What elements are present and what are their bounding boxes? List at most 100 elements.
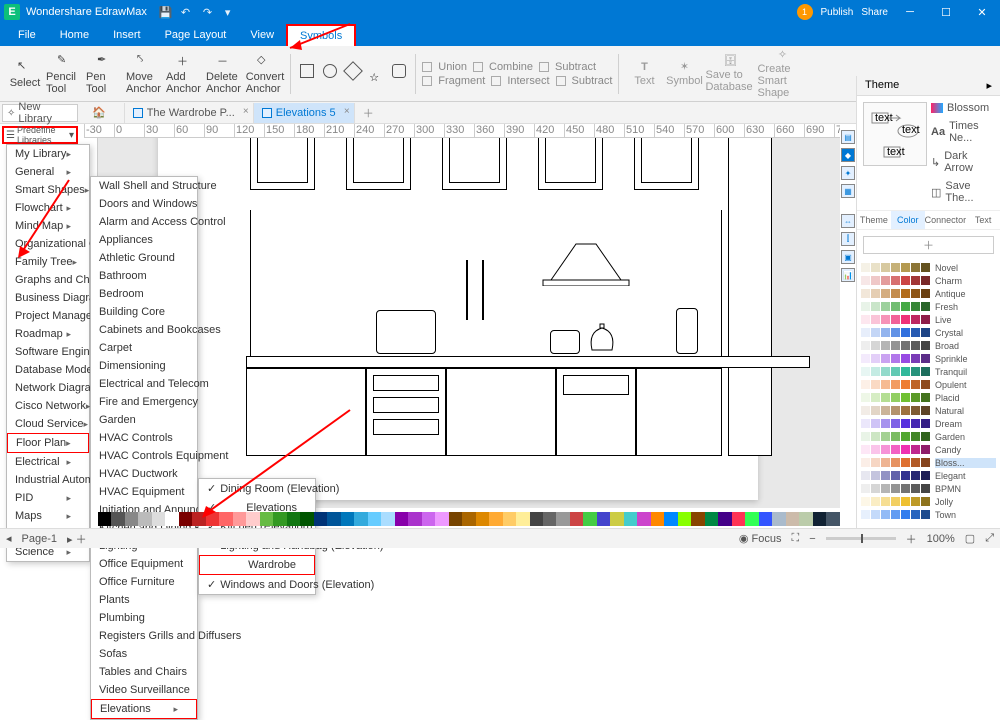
color-swatch[interactable] [583,512,596,526]
color-swatch[interactable] [314,512,327,526]
lib-general[interactable]: General▸ [7,163,89,181]
theme-row[interactable]: Sprinkle [861,353,996,364]
undo-icon[interactable]: ↶ [181,6,193,18]
preset-save-the[interactable]: ◫Save The... [931,180,994,204]
color-swatch[interactable] [408,512,421,526]
lib-family-tree[interactable]: Family Tree▸ [7,253,89,271]
sub-office-equipment[interactable]: Office Equipment [91,555,197,573]
close-button[interactable]: ✕ [968,6,996,19]
close-icon[interactable]: × [344,106,350,117]
color-swatch[interactable] [476,512,489,526]
tool-delete-anchor[interactable]: －Delete Anchor [206,51,244,97]
sub-office-furniture[interactable]: Office Furniture [91,573,197,591]
sub-bathroom[interactable]: Bathroom [91,267,197,285]
shape-circle[interactable] [323,64,337,78]
smart-shape[interactable]: ✧Create Smart Shape [757,51,807,97]
tool-add-anchor[interactable]: ＋Add Anchor [166,51,204,97]
color-swatch[interactable] [624,512,637,526]
save-db[interactable]: 🗄Save to Database [705,51,755,97]
theme-tab-text[interactable]: Text [966,211,1000,229]
elev-windows-and-doors-elevation-[interactable]: Windows and Doors (Elevation) [199,575,315,594]
tool-pencil[interactable]: ✎Pencil Tool [46,51,84,97]
sub-sofas[interactable]: Sofas [91,645,197,663]
menu-file[interactable]: File [6,24,48,46]
add-theme-button[interactable]: ＋ [863,236,994,254]
color-swatch[interactable] [772,512,785,526]
theme-row[interactable]: Candy [861,444,996,455]
theme-row[interactable]: Crystal [861,327,996,338]
preset-blossom[interactable]: Blossom [931,102,994,114]
lib-industrial-automation[interactable]: Industrial Automation▸ [7,471,89,489]
new-tab-button[interactable]: ＋ [355,105,382,121]
theme-icon[interactable]: ◆ [841,148,855,162]
sub-video-surveillance[interactable]: Video Surveillance [91,681,197,699]
color-swatch[interactable] [759,512,772,526]
color-swatch[interactable] [368,512,381,526]
lib-maps[interactable]: Maps▸ [7,507,89,525]
menu-insert[interactable]: Insert [101,24,153,46]
theme-tab-connector[interactable]: Connector [925,211,967,229]
theme-row[interactable]: Dream [861,418,996,429]
sub-building-core[interactable]: Building Core [91,303,197,321]
color-swatch[interactable] [570,512,583,526]
tool-move-anchor[interactable]: ⤣Move Anchor [126,51,164,97]
theme-row[interactable]: Novel [861,262,996,273]
theme-row[interactable]: Live [861,314,996,325]
distribute-icon[interactable]: ⫿ [841,232,855,246]
color-swatch[interactable] [98,512,111,526]
lib-mind-map[interactable]: Mind Map▸ [7,217,89,235]
color-swatch[interactable] [435,512,448,526]
color-swatch[interactable] [341,512,354,526]
lib-pid[interactable]: PID▸ [7,489,89,507]
tool-select[interactable]: ↖Select [6,51,44,97]
zoom-in[interactable]: ＋ [906,531,917,547]
lib-electrical[interactable]: Electrical▸ [7,453,89,471]
color-swatch[interactable] [179,512,192,526]
color-swatch[interactable] [152,512,165,526]
sub-electrical-and-telecom[interactable]: Electrical and Telecom [91,375,197,393]
theme-row[interactable]: BPMN [861,483,996,494]
color-swatch[interactable] [745,512,758,526]
sub-alarm-and-access-control[interactable]: Alarm and Access Control [91,213,197,231]
lib-cloud-service[interactable]: Cloud Service▸ [7,415,89,433]
page-label[interactable]: Page-1 [22,533,57,545]
sub-hvac-controls[interactable]: HVAC Controls [91,429,197,447]
theme-tab-theme[interactable]: Theme [857,211,891,229]
color-swatch[interactable] [327,512,340,526]
menu-home[interactable]: Home [48,24,101,46]
color-swatch[interactable] [260,512,273,526]
color-swatch[interactable] [651,512,664,526]
sub-cabinets-and-bookcases[interactable]: Cabinets and Bookcases [91,321,197,339]
tab-elevations[interactable]: Elevations 5× [254,103,355,123]
save-icon[interactable]: 💾 [159,6,171,18]
lib-software-engineering[interactable]: Software Engineering▸ [7,343,89,361]
align-icon[interactable]: ⇔ [841,214,855,228]
color-swatch[interactable] [556,512,569,526]
shape-rect[interactable] [300,64,314,78]
menu-page-layout[interactable]: Page Layout [153,24,239,46]
data-icon[interactable]: 📊 [841,268,855,282]
color-swatch[interactable] [597,512,610,526]
color-swatch[interactable] [732,512,745,526]
color-swatch[interactable] [637,512,650,526]
color-swatch[interactable] [422,512,435,526]
predefine-libraries-button[interactable]: ☰ Predefine Libraries▾ [2,126,78,144]
tab-wardrobe[interactable]: The Wardrobe P...× [125,103,254,123]
color-swatch[interactable] [111,512,124,526]
color-swatch[interactable] [192,512,205,526]
theme-row[interactable]: Antique [861,288,996,299]
sub-bedroom[interactable]: Bedroom [91,285,197,303]
sub-doors-and-windows[interactable]: Doors and Windows [91,195,197,213]
text-tool[interactable]: TText [625,51,663,97]
prev-page[interactable]: ◂ [6,532,12,545]
sub-fire-and-emergency[interactable]: Fire and Emergency [91,393,197,411]
print-icon[interactable]: ▾ [225,6,237,18]
lib-cisco-network[interactable]: Cisco Network▸ [7,397,89,415]
collapse-icon[interactable]: ▸ [986,79,992,92]
color-swatch[interactable] [273,512,286,526]
sub-plants[interactable]: Plants [91,591,197,609]
publish-button[interactable]: Publish [821,7,854,18]
color-swatch[interactable] [449,512,462,526]
symbol-tool[interactable]: ✶Symbol [665,51,703,97]
tool-pen[interactable]: ✒Pen Tool [86,51,124,97]
